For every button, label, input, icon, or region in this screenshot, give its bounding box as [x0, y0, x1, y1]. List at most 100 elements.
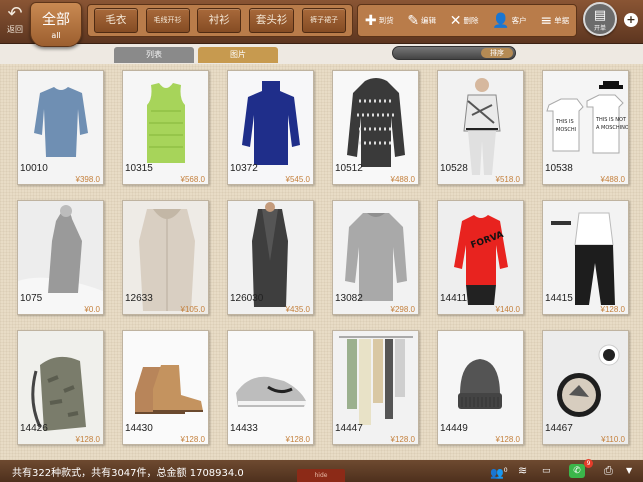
- product-code: 14415: [545, 293, 573, 304]
- product-card[interactable]: THIS IS MOSCHI THIS IS NOT A MOSCHINO 10538 ¥…: [542, 70, 629, 185]
- product-price: ¥488.0: [600, 175, 625, 184]
- product-card[interactable]: 14467 ¥110.0: [542, 330, 629, 445]
- product-price: ¥128.0: [600, 305, 625, 314]
- product-code: 14447: [335, 423, 363, 434]
- pencil-icon: ✎: [407, 12, 420, 29]
- document-icon: ▤: [593, 8, 607, 23]
- customer-button[interactable]: 👤 客户: [492, 14, 526, 28]
- product-code: 10315: [125, 163, 153, 174]
- edit-label: 编辑: [421, 16, 437, 25]
- category-group: 毛衣 毛线开衫 衬衫 套头衫 裤子裙子: [87, 4, 353, 37]
- product-card[interactable]: 14447 ¥128.0: [332, 330, 419, 445]
- product-card[interactable]: 1075 ¥0.0: [17, 200, 104, 315]
- sort-slider[interactable]: 排序: [392, 46, 516, 60]
- product-price: ¥128.0: [75, 435, 100, 444]
- wechat-icon[interactable]: ✆: [569, 464, 585, 478]
- product-price: ¥298.0: [390, 305, 415, 314]
- product-card[interactable]: 14433 ¥128.0: [227, 330, 314, 445]
- product-card[interactable]: 14426 ¥128.0: [17, 330, 104, 445]
- product-code: 14430: [125, 423, 153, 434]
- user-count: 0: [503, 467, 508, 474]
- all-category-button[interactable]: 全部 all: [30, 2, 82, 47]
- add-icon[interactable]: +: [624, 13, 638, 27]
- hide-tab[interactable]: hide: [297, 469, 345, 482]
- product-price: ¥545.0: [285, 175, 310, 184]
- product-card[interactable]: 14430 ¥128.0: [122, 330, 209, 445]
- product-code: 1075: [20, 293, 43, 304]
- edit-button[interactable]: ✎ 编辑: [407, 14, 436, 28]
- product-code: 14467: [545, 423, 573, 434]
- action-group: ✚ 到货 ✎ 编辑 ✕ 删除 👤 客户 ≡ 单据: [357, 4, 577, 37]
- product-code: 12633: [125, 293, 153, 304]
- product-card[interactable]: 10372 ¥545.0: [227, 70, 314, 185]
- product-card[interactable]: 10512 ¥488.0: [332, 70, 419, 185]
- all-sublabel: all: [51, 31, 61, 40]
- svg-text:THIS IS: THIS IS: [555, 119, 574, 125]
- product-code: 14426: [20, 423, 48, 434]
- back-label: 返回: [7, 25, 23, 34]
- product-code: 10528: [440, 163, 468, 174]
- printer-icon[interactable]: ⎙: [604, 464, 613, 478]
- tab-pictures[interactable]: 图片: [198, 47, 278, 63]
- product-card[interactable]: 14415 ¥128.0: [542, 200, 629, 315]
- product-price: ¥128.0: [180, 435, 205, 444]
- open-order-label: 开单: [593, 25, 606, 32]
- product-card[interactable]: 126030 ¥435.0: [227, 200, 314, 315]
- product-price: ¥0.0: [84, 305, 100, 314]
- summary-text: 共有322种款式，共有3047件，总金额 1708934.0: [12, 468, 244, 479]
- product-code: 126030: [230, 293, 264, 304]
- back-arrow-icon: ↶: [7, 3, 23, 24]
- product-price: ¥518.0: [495, 175, 520, 184]
- product-price: ¥105.0: [180, 305, 205, 314]
- delete-label: 删除: [463, 16, 479, 25]
- category-sweater-button[interactable]: 毛衣: [93, 8, 138, 33]
- svg-text:THIS IS NOT: THIS IS NOT: [595, 117, 627, 123]
- stack-icon: ≡: [540, 12, 553, 29]
- product-price: ¥140.0: [495, 305, 520, 314]
- view-bar: 列表 图片: [0, 44, 643, 64]
- arrival-button[interactable]: ✚ 到货: [365, 14, 394, 28]
- product-price: ¥568.0: [180, 175, 205, 184]
- product-card[interactable]: 10528 ¥518.0: [437, 70, 524, 185]
- product-code: 14449: [440, 423, 468, 434]
- documents-button[interactable]: ≡ 单据: [540, 14, 569, 28]
- open-order-button[interactable]: ▤ 开单: [583, 2, 617, 36]
- battery-icon: ▭: [542, 466, 551, 476]
- top-toolbar: ↶ 返回 毛衣 毛线开衫 衬衫 套头衫 裤子裙子 ✚ 到货 ✎ 编辑 ✕ 删除 …: [0, 0, 643, 44]
- product-grid: 10010 ¥398.0 10315 ¥568.0 10372 ¥545.0 10512 ¥4…: [0, 64, 643, 460]
- svg-text:MOSCHI: MOSCHI: [556, 127, 576, 133]
- product-code: 14411: [440, 293, 468, 304]
- chevron-down-icon[interactable]: ▼: [626, 464, 632, 478]
- product-price: ¥128.0: [285, 435, 310, 444]
- sort-slider-knob[interactable]: 排序: [481, 48, 513, 58]
- product-price: ¥398.0: [75, 175, 100, 184]
- product-card[interactable]: 13082 ¥298.0: [332, 200, 419, 315]
- svg-text:A MOSCHINO: A MOSCHINO: [596, 125, 628, 131]
- wechat-badge: 9: [584, 459, 593, 468]
- product-card[interactable]: 12633 ¥105.0: [122, 200, 209, 315]
- back-button[interactable]: ↶ 返回: [2, 4, 28, 40]
- all-label: 全部: [42, 12, 70, 28]
- customer-label: 客户: [511, 16, 527, 25]
- arrival-label: 到货: [378, 16, 394, 25]
- product-card[interactable]: FORVA 14411 ¥140.0: [437, 200, 524, 315]
- category-shirt-button[interactable]: 衬衫: [197, 8, 242, 33]
- category-cardigan-button[interactable]: 毛线开衫: [145, 8, 190, 33]
- product-price: ¥488.0: [390, 175, 415, 184]
- delete-button[interactable]: ✕ 删除: [450, 14, 479, 28]
- product-card[interactable]: 14449 ¥128.0: [437, 330, 524, 445]
- users-icon[interactable]: 👥0: [490, 464, 508, 481]
- product-code: 10512: [335, 163, 363, 174]
- product-card[interactable]: 10010 ¥398.0: [17, 70, 104, 185]
- delete-icon: ✕: [449, 12, 462, 29]
- user-icon: 👤: [492, 12, 510, 29]
- product-code: 10372: [230, 163, 258, 174]
- product-card[interactable]: 10315 ¥568.0: [122, 70, 209, 185]
- category-pants-skirts-button[interactable]: 裤子裙子: [302, 8, 347, 33]
- product-code: 10538: [545, 163, 573, 174]
- product-price: ¥128.0: [495, 435, 520, 444]
- product-price: ¥128.0: [390, 435, 415, 444]
- category-pullover-button[interactable]: 套头衫: [248, 8, 295, 33]
- status-bar: 共有322种款式，共有3047件，总金额 1708934.0 hide 👥0 ≋…: [0, 460, 643, 482]
- tab-list[interactable]: 列表: [114, 47, 194, 63]
